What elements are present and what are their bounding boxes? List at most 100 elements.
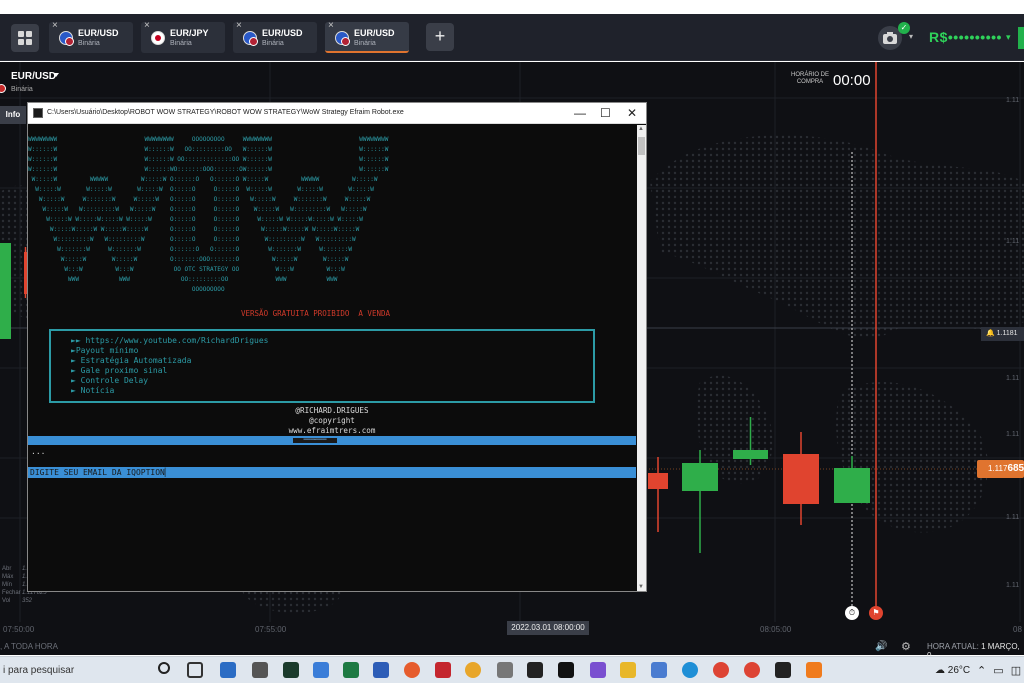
asset-tab[interactable]: × EUR/USD Binária (233, 20, 317, 53)
menu-item: ► Gale proximo sinal (71, 366, 168, 375)
separator-mid: ═══•═══ (293, 438, 337, 443)
chrome-icon[interactable] (744, 662, 760, 678)
chevron-down-icon[interactable] (53, 73, 59, 77)
console-dots: ... (31, 447, 46, 456)
close-tab-icon[interactable]: × (236, 20, 242, 31)
calculator-icon[interactable] (497, 662, 513, 678)
cursor: ▏ (164, 468, 170, 477)
edge-icon[interactable] (682, 662, 698, 678)
credit-line: @RICHARD.DRIGUES (295, 406, 369, 415)
iqoption-icon[interactable] (806, 662, 822, 678)
jp-flag-icon (151, 31, 165, 45)
x-axis-label: 08 (1013, 625, 1022, 634)
close-tab-icon[interactable]: × (144, 20, 150, 31)
finish-flag-icon[interactable]: ⚑ (869, 606, 883, 620)
weather[interactable]: ☁ 26°C (935, 665, 970, 676)
period-label[interactable]: , A TODA HORA (0, 642, 58, 651)
tab-pair: EUR/JPY (170, 28, 209, 38)
candle-body (834, 468, 870, 503)
app-icon[interactable] (651, 662, 667, 678)
y-axis-label: 1.11 (1006, 514, 1020, 521)
console-title-bar[interactable]: C:\Users\Usuário\Desktop\ROBOT WOW STRAT… (28, 103, 646, 124)
asset-tab-active[interactable]: × EUR/USD Binária (325, 20, 409, 53)
email-prompt-input[interactable]: DIGITE SEU EMAIL DA IQOPTION▏ (28, 467, 636, 478)
price-alert-tag[interactable]: 🔔 1.1181 (981, 327, 1024, 341)
maximize-icon[interactable]: ☐ (600, 106, 611, 120)
x-axis-label: 08:05:00 (760, 625, 792, 634)
version-warning: VERSÃO GRATUITA PROIBIDO A VENDA (241, 309, 391, 318)
x-axis-label: 07:50:00 (3, 625, 35, 634)
menu-box: ►► https://www.youtube.com/RichardDrigue… (49, 329, 595, 403)
app-icon[interactable] (404, 662, 420, 678)
x-axis-label: 07:55:00 (255, 625, 287, 634)
y-axis-label: 1.11 (1006, 582, 1020, 589)
app-icon[interactable] (775, 662, 791, 678)
menu-item: ► Controle Delay (71, 376, 149, 385)
chevron-down-icon[interactable]: ▾ (1006, 32, 1011, 43)
excel-icon[interactable] (343, 662, 359, 678)
info-button[interactable]: Info (0, 106, 26, 124)
terminal-icon[interactable] (558, 662, 574, 678)
close-tab-icon[interactable]: × (328, 20, 334, 31)
gear-icon[interactable]: ⚙ (901, 640, 911, 653)
chevron-down-icon[interactable]: ▾ (909, 32, 913, 41)
premiere-icon[interactable] (283, 662, 299, 678)
wow-ascii-banner: WWWWWWWW WWWWWWWW OOOOOOOOO WWWWWWWW WWW… (28, 136, 389, 293)
y-axis-label: 1.11 (1006, 375, 1020, 382)
task-view-icon[interactable] (187, 662, 203, 678)
console-body[interactable]: WWWWWWWW WWWWWWWW OOOOOOOOO WWWWWWWW WWW… (28, 125, 636, 591)
app-icon[interactable] (590, 662, 606, 678)
console-icon (33, 108, 43, 118)
tray-icons[interactable]: ⌃ ▭ ◫ (977, 664, 1023, 677)
period-text: A TODA HORA (4, 642, 58, 651)
teams-icon[interactable] (313, 662, 329, 678)
weather-icon: ☁ (935, 665, 948, 676)
sound-icon[interactable]: 🔊 (875, 641, 887, 652)
console-window[interactable]: C:\Users\Usuário\Desktop\ROBOT WOW STRAT… (27, 102, 647, 592)
menu-item: ►► https://www.youtube.com/RichardDrigue… (71, 336, 269, 345)
price-prefix: 1.117 (988, 464, 1008, 473)
scroll-up-icon[interactable]: ▲ (638, 126, 644, 132)
word-icon[interactable] (373, 662, 389, 678)
deposit-button[interactable] (1018, 27, 1024, 49)
taskbar: i para pesquisar ☁ 26°C ⌃ ▭ ◫ (0, 656, 1024, 683)
app-icon[interactable] (465, 662, 481, 678)
time-label: HORA ATUAL: (927, 642, 979, 651)
scroll-down-icon[interactable]: ▼ (638, 584, 644, 590)
store-icon[interactable] (220, 662, 236, 678)
taskbar-search[interactable]: i para pesquisar (3, 665, 74, 676)
chrome-icon[interactable] (713, 662, 729, 678)
candle-body (733, 450, 768, 459)
add-tab-button[interactable]: + (426, 23, 454, 51)
ohlc-key: Fechar (2, 590, 21, 596)
app-icon[interactable] (527, 662, 543, 678)
us-flag-icon (249, 37, 258, 46)
menu-item: ►Payout mínimo (71, 346, 139, 355)
bottom-bar: , A TODA HORA 🔊 ⚙ HORA ATUAL: 1 MARÇO, 0 (0, 640, 1024, 660)
bell-icon: 🔔 (986, 330, 995, 337)
minimize-icon[interactable]: — (574, 106, 586, 120)
ohlc-value: 352 (22, 598, 33, 604)
x-axis-active-label: 2022.03.01 08:00:00 (507, 621, 589, 635)
asset-tab[interactable]: × EUR/USD Binária (49, 20, 133, 53)
y-axis-label: 1.11 (1006, 238, 1020, 245)
world-map-shape (836, 382, 989, 533)
mail-icon[interactable] (252, 662, 268, 678)
console-scrollbar[interactable]: ▲ ▼ (637, 125, 646, 591)
scroll-thumb[interactable] (638, 137, 645, 155)
apps-grid-icon[interactable] (11, 24, 39, 52)
asset-title[interactable]: EUR/USD (11, 71, 56, 82)
asset-tab[interactable]: × EUR/JPY Binária (141, 20, 225, 53)
account-balance[interactable]: R$•••••••••• (929, 29, 1002, 45)
tab-kind: Binária (354, 40, 376, 47)
search-icon[interactable] (158, 662, 170, 674)
stopwatch-icon[interactable]: ⏱ (845, 606, 859, 620)
close-icon[interactable]: ✕ (627, 106, 637, 120)
ohlc-key: Mín (2, 582, 13, 588)
console-title: C:\Users\Usuário\Desktop\ROBOT WOW STRAT… (47, 109, 404, 116)
folder-icon[interactable] (620, 662, 636, 678)
email-prompt-text: DIGITE SEU EMAIL DA IQOPTION (30, 468, 165, 477)
close-tab-icon[interactable]: × (52, 20, 58, 31)
powerpoint-icon[interactable] (435, 662, 451, 678)
menu-item: ► Estratégia Automatizada (71, 356, 192, 365)
